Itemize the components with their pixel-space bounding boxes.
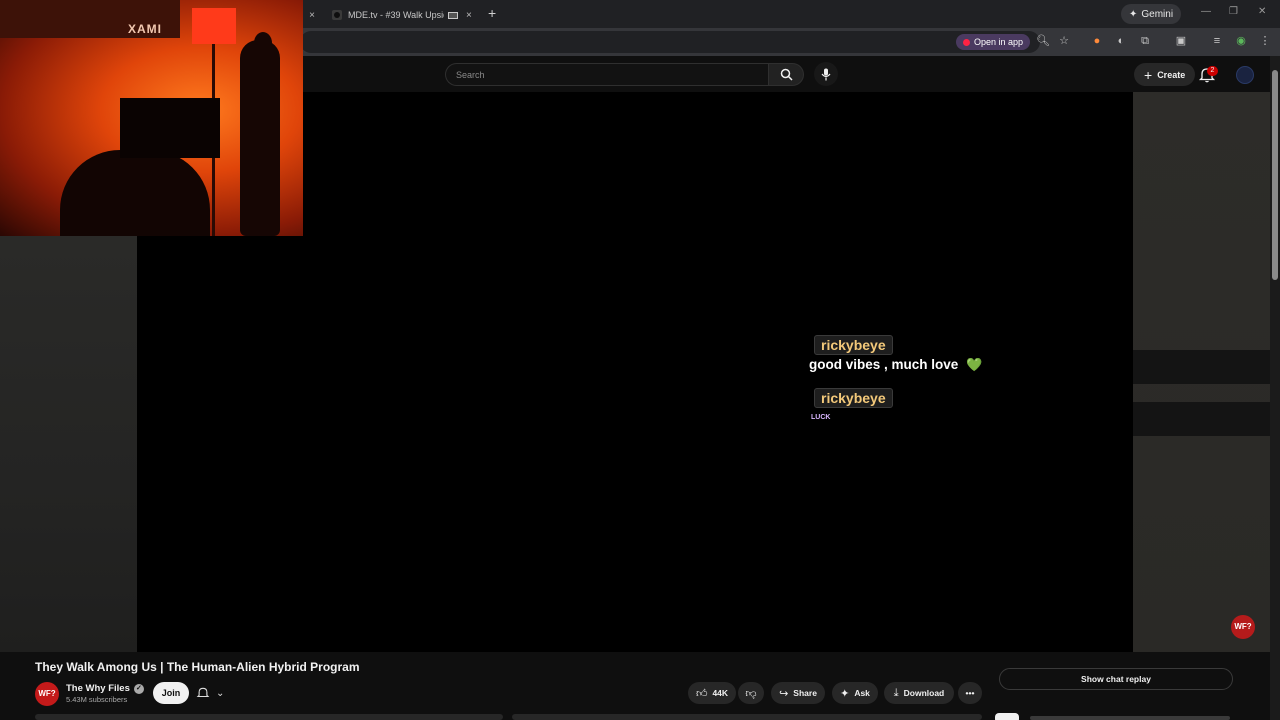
minimize-button[interactable]: — — [1201, 6, 1211, 17]
chat-message-body: good vibes , much love — [809, 357, 959, 372]
verified-check-icon: ✓ — [133, 683, 144, 694]
create-button[interactable]: + Create — [1134, 63, 1196, 86]
search-input[interactable]: Search — [445, 63, 768, 86]
tab-favicon-icon — [332, 10, 342, 20]
download-icon: ⤓ — [893, 686, 899, 699]
gemini-button[interactable]: ✦ Gemini — [1121, 4, 1182, 24]
browser-menu-icon[interactable]: ⋮ — [1258, 34, 1272, 48]
person-head-silhouette — [120, 98, 220, 158]
create-label: Create — [1157, 69, 1186, 80]
subscriber-count: 5.43M subscribers — [66, 695, 128, 704]
tab-close-button[interactable]: × — [466, 10, 472, 21]
chat-message-text: good vibes , much love 💚 — [809, 357, 982, 373]
share-arrow-icon: ↪ — [779, 687, 789, 700]
youtube-dot-icon — [963, 38, 970, 46]
bell-icon — [196, 687, 210, 698]
extension-fox-icon[interactable]: ● — [1090, 34, 1104, 48]
luck-emote-icon: LUCK — [811, 414, 831, 421]
person-silhouette — [60, 150, 210, 236]
notification-badge: 2 — [1207, 66, 1218, 76]
sign-text: XAMI — [128, 22, 162, 36]
video-title: They Walk Among Us | The Human-Alien Hyb… — [35, 660, 360, 674]
share-label: Share — [793, 688, 817, 698]
green-heart-icon: 💚 — [966, 357, 983, 372]
account-avatar[interactable] — [1236, 66, 1254, 84]
join-button[interactable]: Join — [153, 682, 189, 704]
search-button[interactable] — [768, 63, 804, 86]
right-background-panel — [1133, 92, 1270, 652]
page-scrollbar[interactable] — [1270, 56, 1280, 720]
open-in-app-button[interactable]: Open in app — [956, 34, 1031, 50]
description-box[interactable] — [512, 714, 982, 720]
scrollbar-thumb[interactable] — [1272, 70, 1278, 280]
extension-circle-icon[interactable]: ◐ — [1114, 34, 1128, 48]
download-button[interactable]: ⤓ Download — [884, 682, 954, 704]
chevron-down-icon: ⌄ — [216, 687, 225, 699]
browser-tab-active[interactable]: MDE.tv - #39 Walk Upside × — [326, 4, 482, 26]
gemini-sparkle-icon: ✦ — [1129, 8, 1138, 20]
description-box[interactable] — [35, 714, 503, 720]
extensions-puzzle-icon[interactable]: ⧉ — [1138, 34, 1152, 48]
more-actions-button[interactable]: ••• — [958, 682, 982, 704]
channel-avatar[interactable]: WF? — [35, 682, 59, 706]
right-dark-band — [1133, 350, 1270, 384]
more-dots-icon: ••• — [965, 688, 975, 698]
chat-author-name: rickybeye — [814, 335, 893, 355]
gemini-label: Gemini — [1141, 8, 1174, 20]
address-bar[interactable] — [300, 31, 1040, 53]
open-in-app-label: Open in app — [974, 37, 1024, 47]
webcam-overlay: XAMI — [0, 0, 303, 236]
ask-label: Ask — [854, 688, 870, 698]
zoom-icon[interactable]: 🔍︎ — [1036, 34, 1050, 48]
filter-chip-all[interactable] — [995, 713, 1019, 720]
wall-sign: XAMI — [0, 0, 180, 38]
profile-avatar-icon[interactable]: ◉ — [1234, 34, 1248, 48]
tab-title: MDE.tv - #39 Walk Upside — [348, 10, 444, 20]
thumbs-down-icon: 👎︎ — [745, 687, 757, 700]
tab-close-icon[interactable]: × — [304, 4, 320, 26]
screen: { "browser": { "tab_title": "MDE.tv - #3… — [0, 0, 1280, 720]
channel-watermark[interactable]: WF? — [1231, 615, 1255, 639]
bookmark-star-icon[interactable]: ☆ — [1057, 34, 1071, 48]
show-chat-replay-button[interactable]: Show chat replay — [999, 668, 1233, 690]
tab-media-icon — [448, 11, 458, 19]
sparkle-icon: ✦ — [840, 687, 850, 700]
plus-icon: + — [1144, 66, 1153, 83]
lamp-shade — [192, 8, 236, 44]
right-dark-band — [1133, 402, 1270, 436]
left-background-panel — [0, 236, 137, 652]
search-icon — [780, 68, 793, 81]
like-button[interactable]: 👍︎ 44K — [688, 682, 736, 704]
filter-chip-row[interactable] — [1030, 716, 1230, 720]
channel-name[interactable]: The Why Files — [66, 683, 130, 694]
download-label: Download — [903, 688, 945, 698]
media-control-icon[interactable]: ▣ — [1174, 34, 1188, 48]
giraffe-figure — [240, 32, 280, 236]
new-tab-button[interactable]: + — [488, 5, 496, 21]
chat-author-name: rickybeye — [814, 388, 893, 408]
voice-search-button[interactable] — [814, 62, 838, 86]
subscription-bell-button[interactable]: ⌄ — [196, 684, 236, 702]
window-close-button[interactable]: ✕ — [1258, 6, 1266, 17]
like-count: 44K — [712, 688, 729, 698]
maximize-button[interactable]: ❐ — [1229, 6, 1238, 17]
dislike-button[interactable]: 👎︎ — [738, 682, 764, 704]
microphone-icon — [821, 68, 831, 80]
reading-list-icon[interactable]: ≡ — [1210, 34, 1224, 48]
ask-button[interactable]: ✦ Ask — [832, 682, 878, 704]
share-button[interactable]: ↪ Share — [771, 682, 825, 704]
thumbs-up-icon: 👍︎ — [695, 687, 708, 700]
channel-name-row[interactable]: The Why Files ✓ — [66, 683, 144, 694]
